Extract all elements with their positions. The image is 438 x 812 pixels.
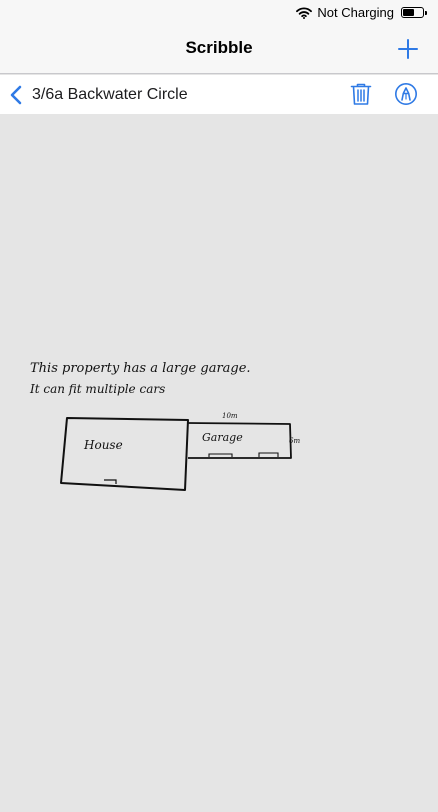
chevron-left-icon: [10, 85, 22, 104]
page-title: Scribble: [185, 38, 253, 57]
garage-depth-dimension: 6m: [289, 437, 300, 445]
note-toolbar: 3/6a Backwater Circle: [0, 75, 438, 114]
note-line-2: It can fit multiple cars: [29, 382, 165, 396]
delete-button[interactable]: [349, 82, 373, 106]
battery-cap: [425, 11, 427, 15]
plus-icon: [398, 39, 418, 59]
house-outline: [60, 417, 189, 491]
drawing-canvas[interactable]: This property has a large garage. It can…: [0, 114, 438, 812]
status-indicators: Not Charging: [296, 4, 427, 21]
wifi-icon: [296, 6, 313, 19]
status-bar: Not Charging: [0, 0, 438, 25]
garage-door-1: [208, 453, 233, 457]
charging-status-text: Not Charging: [317, 5, 394, 20]
navigation-bar: Scribble: [0, 25, 438, 74]
house-label: House: [83, 438, 123, 452]
garage-label: Garage: [202, 431, 243, 444]
handwritten-sketch: This property has a large garage. It can…: [29, 361, 300, 491]
house-door: [104, 479, 117, 484]
scribble-screen: Not Charging Scribble 3/6a Backwater Cir…: [0, 0, 438, 812]
note-line-1: This property has a large garage.: [30, 361, 251, 376]
garage-door-2: [258, 452, 279, 457]
battery-level-fill: [403, 9, 414, 16]
garage-width-dimension: 10m: [222, 412, 238, 420]
trash-icon: [350, 83, 372, 105]
pen-circle-icon: [395, 83, 417, 105]
note-title: 3/6a Backwater Circle: [32, 85, 188, 103]
add-button[interactable]: [396, 37, 420, 61]
markup-button[interactable]: [394, 82, 418, 106]
back-button[interactable]: 3/6a Backwater Circle: [10, 75, 188, 114]
battery-icon: [401, 7, 427, 18]
